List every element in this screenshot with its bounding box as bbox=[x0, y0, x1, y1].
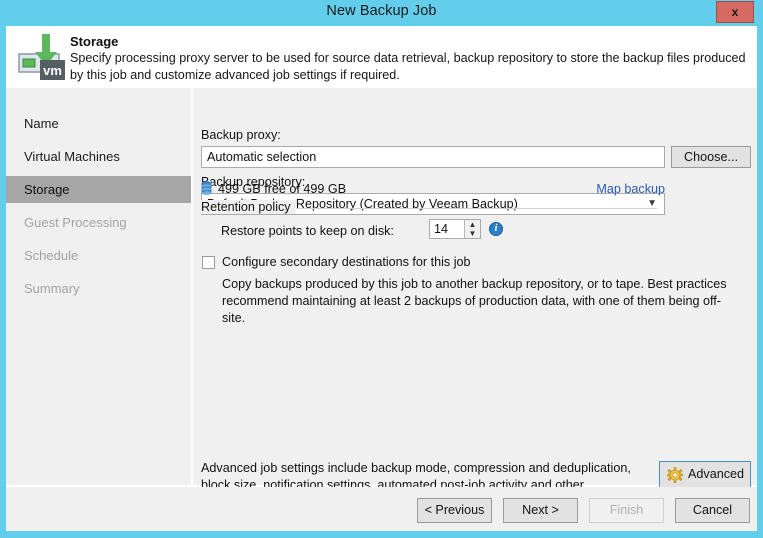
repository-disk-icon bbox=[201, 181, 212, 196]
advanced-button-label: Advanced bbox=[688, 467, 745, 481]
dialog-body: vm Storage Specify processing proxy serv… bbox=[6, 26, 757, 531]
wizard-steps-sidebar: Name Virtual Machines Storage Guest Proc… bbox=[6, 88, 191, 485]
retention-group-label: Retention policy bbox=[201, 200, 296, 214]
stepper-arrows[interactable]: ▲ ▼ bbox=[464, 220, 480, 238]
sidebar-item-virtual-machines[interactable]: Virtual Machines bbox=[6, 143, 191, 170]
chevron-down-icon: ▼ bbox=[647, 198, 657, 209]
svg-text:vm: vm bbox=[43, 63, 62, 78]
vm-storage-icon: vm bbox=[12, 26, 74, 88]
window-title: New Backup Job bbox=[326, 3, 437, 19]
stepper-up-icon[interactable]: ▲ bbox=[465, 220, 480, 229]
page-description: Specify processing proxy server to be us… bbox=[70, 51, 746, 82]
next-button[interactable]: Next > bbox=[503, 498, 578, 523]
secondary-destinations-label[interactable]: Configure secondary destinations for thi… bbox=[222, 255, 471, 269]
gear-icon bbox=[667, 467, 683, 483]
page-title: Storage bbox=[70, 34, 119, 49]
map-backup-link[interactable]: Map backup bbox=[596, 182, 665, 196]
secondary-destinations-checkbox[interactable] bbox=[202, 256, 215, 269]
backup-proxy-label: Backup proxy: bbox=[201, 128, 281, 142]
restore-points-label: Restore points to keep on disk: bbox=[221, 224, 394, 238]
previous-button[interactable]: < Previous bbox=[417, 498, 492, 523]
advanced-button[interactable]: Advanced bbox=[659, 461, 751, 488]
backup-proxy-input[interactable] bbox=[201, 146, 665, 168]
dialog-footer: < Previous Next > Finish Cancel bbox=[6, 487, 757, 531]
retention-info-icon[interactable]: i bbox=[489, 222, 503, 236]
repository-free-space: 499 GB free of 499 GB bbox=[218, 182, 347, 196]
close-button[interactable]: x bbox=[716, 1, 754, 23]
storage-form: Backup proxy: Choose... Backup repositor… bbox=[193, 88, 757, 509]
title-bar: New Backup Job x bbox=[0, 0, 763, 26]
restore-points-stepper[interactable]: 14 ▲ ▼ bbox=[429, 219, 481, 239]
secondary-destinations-note: Copy backups produced by this job to ano… bbox=[222, 277, 727, 325]
wizard-header: vm Storage Specify processing proxy serv… bbox=[6, 26, 757, 88]
sidebar-item-storage[interactable]: Storage bbox=[6, 176, 191, 203]
restore-points-value: 14 bbox=[434, 222, 449, 236]
sidebar-item-guest-processing[interactable]: Guest Processing bbox=[6, 209, 191, 236]
finish-button: Finish bbox=[589, 498, 664, 523]
sidebar-item-summary[interactable]: Summary bbox=[6, 275, 191, 302]
sidebar-item-schedule[interactable]: Schedule bbox=[6, 242, 191, 269]
sidebar-item-name[interactable]: Name bbox=[6, 110, 191, 137]
new-backup-job-dialog: New Backup Job x vm Storage Specify proc… bbox=[0, 0, 763, 538]
cancel-button[interactable]: Cancel bbox=[675, 498, 750, 523]
stepper-down-icon[interactable]: ▼ bbox=[465, 229, 480, 238]
choose-proxy-button[interactable]: Choose... bbox=[671, 146, 751, 168]
